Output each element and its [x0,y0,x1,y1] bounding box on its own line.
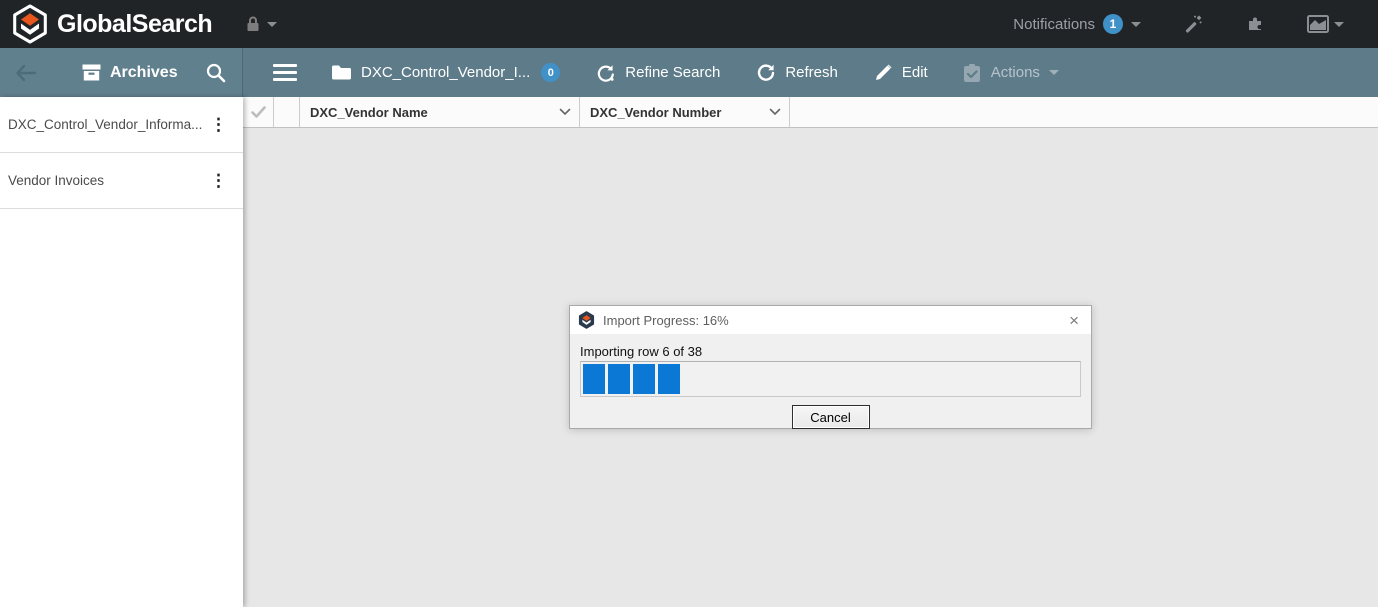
lock-icon [244,15,262,33]
refine-search-button[interactable]: Refine Search [596,63,720,83]
chart-icon [1307,15,1329,34]
top-bar: GlobalSearch Notifications 1 [0,0,1378,48]
toolbar: Archives DXC_Control_Vendor_I... 0 [0,48,1378,97]
toolbar-main: DXC_Control_Vendor_I... 0 Refine Search … [243,48,1378,97]
sidebar-item-vendor-invoices[interactable]: Vendor Invoices ⋮ [0,153,243,209]
edit-label: Edit [902,64,928,81]
search-icon [205,62,226,83]
result-count-badge: 0 [541,63,560,82]
progress-status-text: Importing row 6 of 38 [580,344,709,359]
puzzle-icon [1245,14,1265,34]
chevron-down-icon [1334,22,1344,27]
progress-track [580,361,1081,397]
archives-sidebar: DXC_Control_Vendor_Informa... ⋮ Vendor I… [0,97,243,607]
dashboards-menu[interactable] [1307,15,1344,34]
arrow-left-icon [14,63,38,83]
notifications-label: Notifications [1013,16,1095,33]
refresh-icon [756,63,776,83]
integrations-button[interactable] [1245,14,1265,34]
back-button[interactable] [14,63,38,83]
cancel-button[interactable]: Cancel [792,405,870,429]
archives-label: Archives [110,64,178,82]
menu-button[interactable] [273,60,297,85]
edit-button[interactable]: Edit [874,63,928,82]
chevron-down-icon[interactable] [769,108,781,116]
refresh-button[interactable]: Refresh [756,63,838,83]
lock-menu[interactable] [244,15,277,33]
refine-search-label: Refine Search [625,64,720,81]
header-filler [790,97,1378,127]
brand-name: GlobalSearch [57,10,212,39]
top-bar-right: Notifications 1 [1013,14,1378,34]
results-grid-header: DXC_Vendor Name DXC_Vendor Number [243,97,1378,128]
import-progress-dialog: Import Progress: 16% × Importing row 6 o… [569,305,1092,429]
clipboard-check-icon [962,63,982,83]
notifications-menu[interactable]: Notifications 1 [1013,14,1141,34]
current-search-label: DXC_Control_Vendor_I... [361,64,530,81]
blank-header-cell [274,97,300,127]
kebab-menu-icon[interactable]: ⋮ [204,170,233,191]
column-header-vendor-name[interactable]: DXC_Vendor Name [300,97,580,127]
progress-block [608,364,630,394]
archives-header: Archives [0,48,243,97]
globalsearch-logo-small-icon [578,311,595,329]
actions-menu-disabled[interactable]: Actions [962,63,1059,83]
progress-block [658,364,680,394]
sidebar-item-label: Vendor Invoices [8,173,204,188]
redo-icon [596,63,616,83]
close-icon[interactable]: × [1065,312,1083,329]
archive-box-icon [82,64,101,81]
chevron-down-icon [267,22,277,27]
chevron-down-icon[interactable] [559,108,571,116]
actions-label: Actions [991,64,1040,81]
wand-button[interactable] [1183,14,1203,34]
search-button[interactable] [205,62,226,83]
column-label: DXC_Vendor Number [590,105,769,120]
globalsearch-logo-icon [12,4,48,44]
progress-block [633,364,655,394]
column-label: DXC_Vendor Name [310,105,559,120]
check-mark-icon [251,106,266,118]
dialog-title-bar[interactable]: Import Progress: 16% × [570,306,1091,334]
current-search-button[interactable]: DXC_Control_Vendor_I... 0 [331,63,560,82]
chevron-down-icon [1049,70,1059,75]
chevron-down-icon [1131,22,1141,27]
brand[interactable]: GlobalSearch [0,4,212,44]
wand-icon [1183,14,1203,34]
sidebar-item-label: DXC_Control_Vendor_Informa... [8,117,204,132]
folder-icon [331,64,352,81]
dialog-body: Importing row 6 of 38 Cancel [570,334,1091,429]
sidebar-item-dxc-control-vendor-information[interactable]: DXC_Control_Vendor_Informa... ⋮ [0,97,243,153]
globalsearch-app: GlobalSearch Notifications 1 [0,0,1378,607]
column-header-vendor-number[interactable]: DXC_Vendor Number [580,97,790,127]
dialog-title: Import Progress: 16% [603,313,1057,328]
archives-title[interactable]: Archives [82,64,178,82]
progress-block [583,364,605,394]
select-all-cell[interactable] [243,97,274,127]
refresh-label: Refresh [785,64,838,81]
kebab-menu-icon[interactable]: ⋮ [204,114,233,135]
notifications-badge: 1 [1103,14,1123,34]
pencil-icon [874,63,893,82]
